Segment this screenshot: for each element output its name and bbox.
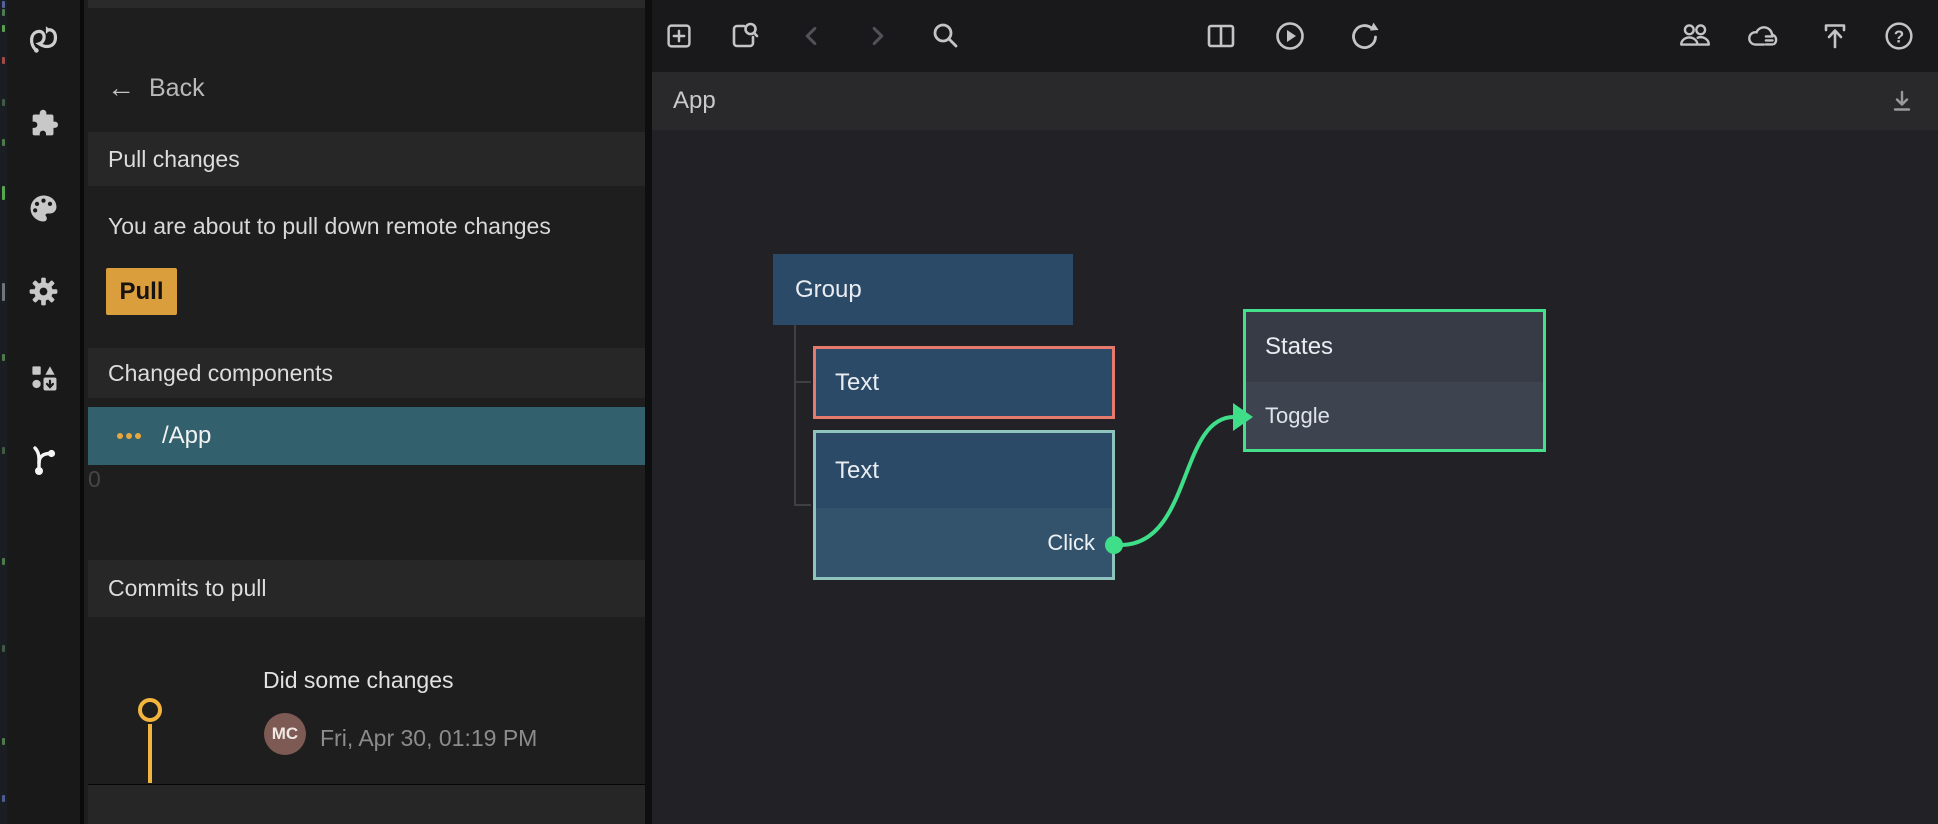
split-view-button[interactable] xyxy=(1201,16,1241,56)
minimap-mark xyxy=(2,738,5,745)
breadcrumb[interactable]: App xyxy=(673,72,716,130)
node-output-port-click[interactable]: Click xyxy=(816,508,1112,577)
publish-upload-button[interactable] xyxy=(1815,16,1855,56)
pull-changes-header: Pull changes xyxy=(88,132,645,186)
search-button[interactable] xyxy=(925,16,965,56)
minimap-mark xyxy=(2,57,5,64)
back-label: Back xyxy=(149,74,205,103)
pull-message: You are about to pull down remote change… xyxy=(108,213,551,240)
collaborators-users-button[interactable] xyxy=(1675,16,1715,56)
download-icon[interactable] xyxy=(1882,81,1922,121)
commit-timestamp: Fri, Apr 30, 01:19 PM xyxy=(320,725,537,752)
pull-button[interactable]: Pull xyxy=(106,268,177,315)
changed-count: 0 xyxy=(88,466,101,493)
changed-component-row[interactable]: /App xyxy=(88,407,645,465)
minimap-mark xyxy=(2,9,5,16)
editor-toolbar: ? xyxy=(652,0,1938,72)
minimap-mark xyxy=(2,1,5,8)
commit-graph-node xyxy=(138,698,162,722)
back-button[interactable]: ← Back xyxy=(107,64,205,112)
node-text-selected-teal[interactable]: Text Click xyxy=(813,430,1115,580)
minimap-mark xyxy=(2,645,5,652)
panel-main-divider xyxy=(645,0,652,824)
changed-components-header: Changed components xyxy=(88,348,645,398)
back-arrow-icon: ← xyxy=(107,74,135,102)
question-mark-glyph: ? xyxy=(1894,28,1904,47)
version-control-branch-icon[interactable] xyxy=(24,439,64,479)
node-text-selected-red[interactable]: Text xyxy=(813,346,1115,419)
components-shapes-icon[interactable] xyxy=(24,357,64,397)
add-node-button[interactable] xyxy=(659,16,699,56)
play-preview-button[interactable] xyxy=(1270,16,1310,56)
minimap-mark xyxy=(2,447,5,454)
minimap-mark xyxy=(2,186,5,200)
help-button[interactable]: ? xyxy=(1879,16,1919,56)
component-ellipsis-icon xyxy=(117,433,144,439)
navigate-back-button[interactable] xyxy=(792,16,832,56)
minimap-mark xyxy=(2,139,5,146)
panel-bottom-section xyxy=(88,784,645,824)
tree-connector-vertical xyxy=(794,325,796,506)
node-graph-canvas[interactable]: Group Text Text Click States Toggle xyxy=(652,130,1938,824)
settings-gear-icon[interactable] xyxy=(24,271,64,311)
commits-to-pull-header: Commits to pull xyxy=(88,560,645,617)
canvas-header-bar: App xyxy=(652,72,1938,130)
minimap-mark xyxy=(2,25,5,32)
left-icon-sidebar xyxy=(7,0,84,824)
app-logo-icon[interactable] xyxy=(24,20,64,60)
node-input-port-toggle[interactable]: Toggle xyxy=(1246,382,1543,449)
cloud-services-button[interactable] xyxy=(1743,16,1783,56)
minimap-mark xyxy=(2,99,5,106)
minimap-mark xyxy=(2,283,5,301)
refresh-button[interactable] xyxy=(1342,16,1382,56)
node-editor-area: ? App Group Text Text Click States Toggl… xyxy=(652,0,1938,824)
commit-message: Did some changes xyxy=(263,667,454,694)
node-title: Text xyxy=(816,433,1112,508)
minimap-mark xyxy=(2,795,5,802)
component-name: /App xyxy=(162,422,211,450)
minimap-mark xyxy=(2,558,5,565)
node-states[interactable]: States Toggle xyxy=(1243,309,1546,452)
editor-minimap-strip xyxy=(0,0,7,824)
node-group[interactable]: Group xyxy=(773,254,1073,325)
node-title: States xyxy=(1246,312,1543,382)
panel-top-divider xyxy=(88,0,645,8)
commit-author-avatar: MC xyxy=(264,713,306,755)
navigate-forward-button[interactable] xyxy=(857,16,897,56)
plugins-puzzle-icon[interactable] xyxy=(24,104,64,144)
version-control-panel: ← Back Pull changes You are about to pul… xyxy=(88,0,645,824)
styles-palette-icon[interactable] xyxy=(24,188,64,228)
component-search-button[interactable] xyxy=(724,16,764,56)
tree-connector-tick xyxy=(794,504,811,506)
commit-graph-line xyxy=(148,724,152,783)
minimap-mark xyxy=(2,354,5,361)
tree-connector-tick xyxy=(794,381,811,383)
